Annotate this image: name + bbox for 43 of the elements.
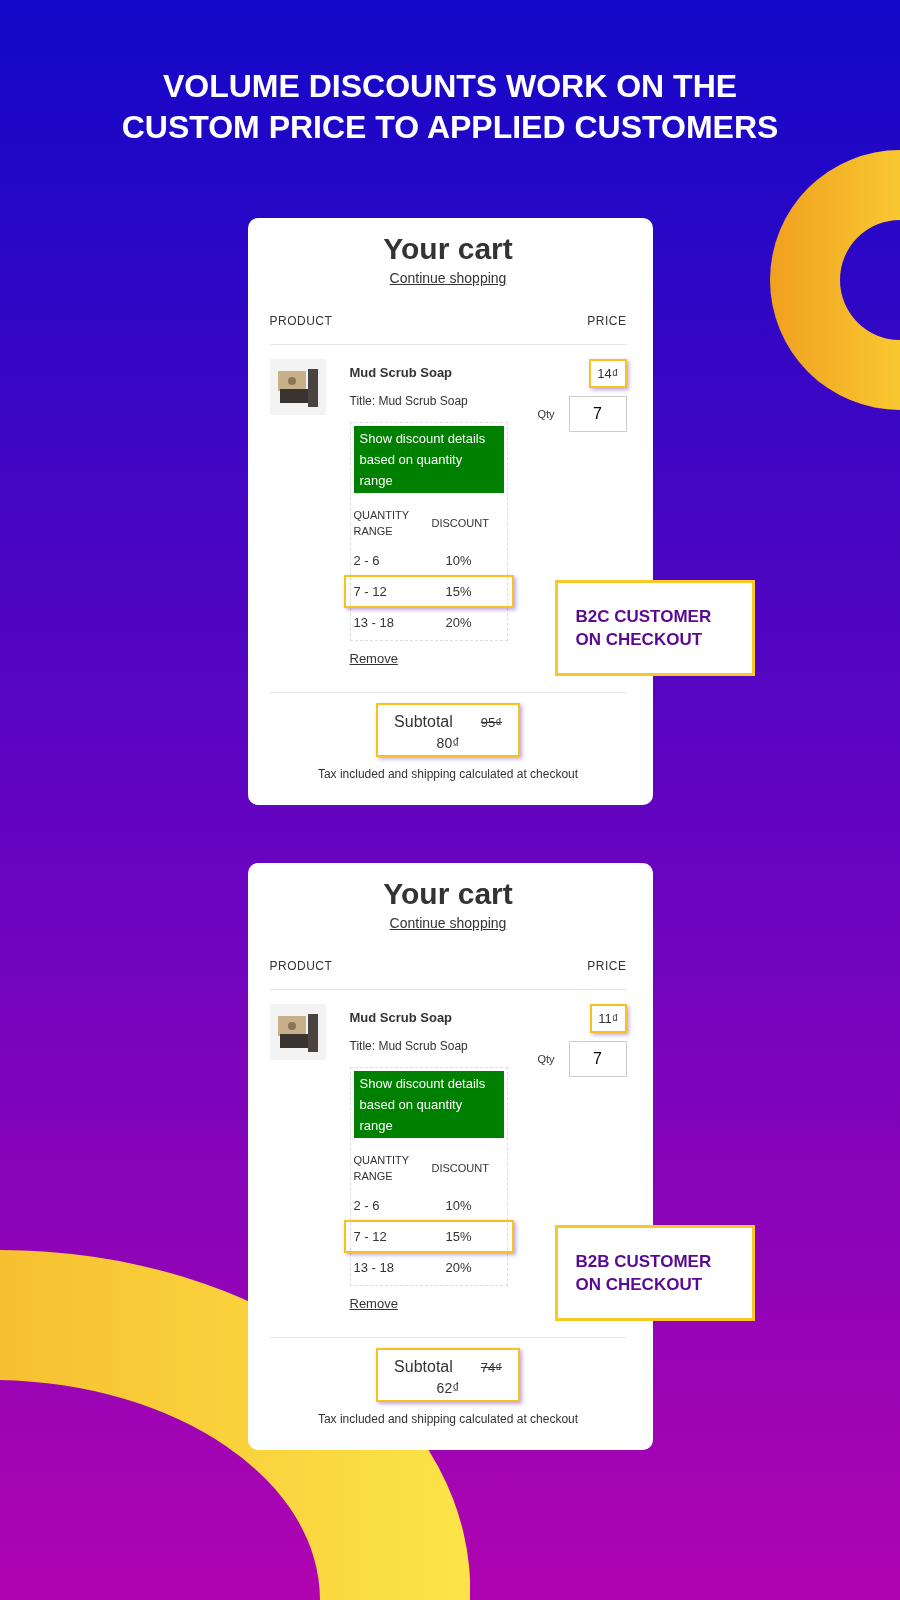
- qty-field[interactable]: 7: [568, 1041, 627, 1077]
- table-row-text: 2 - 6 10%: [353, 552, 473, 570]
- subtotal: 62₫: [436, 1380, 460, 1396]
- column-header: PRICE: [587, 314, 627, 328]
- continue-shopping-link[interactable]: Continue shopping: [389, 915, 507, 931]
- remove-link[interactable]: Remove: [349, 1296, 398, 1311]
- callout: B2C CUSTOMER ON CHECKOUT: [554, 580, 755, 676]
- qty-label: Qty: [537, 408, 555, 420]
- product-variant: Title: Mud Scrub Soap: [349, 394, 468, 408]
- headline: VOLUME DISCOUNTS WORK ON THE CUSTOM PRICE TO APPLIED CUSTOMERS: [120, 67, 780, 147]
- highlighted-row: 7 - 12 15%: [343, 1220, 514, 1253]
- product-name: Mud Scrub Soap: [349, 365, 453, 380]
- qty-label: Qty: [537, 1053, 555, 1065]
- highlighted-row: 7 - 12 15%: [343, 575, 514, 608]
- price: 14₫: [589, 359, 627, 388]
- table-header: DISCOUNT: [431, 516, 490, 531]
- remove-link[interactable]: Remove: [349, 651, 398, 666]
- original-subtotal: 74₫: [480, 1359, 502, 1375]
- table-row-text: 13 - 18 20%: [353, 1259, 473, 1277]
- continue-shopping-link[interactable]: Continue shopping: [389, 270, 507, 286]
- original-subtotal: 95₫: [480, 714, 502, 730]
- product-variant: Title: Mud Scrub Soap: [349, 1039, 468, 1053]
- subtotal: 80₫: [436, 735, 460, 751]
- column-header: PRODUCT: [269, 314, 333, 328]
- table-row-text: 13 - 18 20%: [353, 614, 473, 632]
- column-header: PRICE: [587, 959, 627, 973]
- subtotal-label: Subtotal: [394, 1358, 453, 1376]
- discount-details-toggle[interactable]: Show discount details based on quantity range: [353, 426, 504, 493]
- tax-note: Tax included and shipping calculated at checkout: [317, 1412, 579, 1426]
- column-header: PRODUCT: [269, 959, 333, 973]
- qty-field[interactable]: 7: [568, 396, 627, 432]
- table-header: QUANTITY RANGE: [353, 508, 410, 539]
- callout: B2B CUSTOMER ON CHECKOUT: [554, 1225, 755, 1321]
- price: 11₫: [590, 1004, 627, 1033]
- cart-title: Your cart: [383, 232, 513, 266]
- discount-details-toggle[interactable]: Show discount details based on quantity range: [353, 1071, 504, 1138]
- product-name: Mud Scrub Soap: [349, 1010, 453, 1025]
- subtotal-label: Subtotal: [394, 713, 453, 731]
- table-header: QUANTITY RANGE: [353, 1153, 410, 1184]
- table-header: DISCOUNT: [431, 1161, 490, 1176]
- tax-note: Tax included and shipping calculated at checkout: [317, 767, 579, 781]
- table-row-text: 2 - 6 10%: [353, 1197, 473, 1215]
- cart-title: Your cart: [383, 877, 513, 911]
